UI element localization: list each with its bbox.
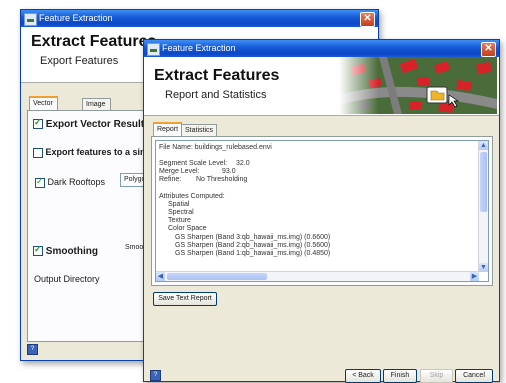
back-button[interactable]: < Back [345, 369, 381, 383]
report-gs-band1: GS Sharpen (Band 1:qb_hawaii_ms.img) (0.… [175, 250, 331, 257]
report-spectral: Spectral [168, 209, 194, 216]
report-horizontal-scrollbar[interactable]: ◀ ▶ [156, 271, 479, 281]
report-attributes-heading: Attributes Computed: [159, 193, 225, 200]
scroll-up-icon[interactable]: ▲ [479, 141, 488, 150]
help-icon[interactable]: ? [27, 344, 38, 355]
report-merge-value: 93.0 [222, 168, 236, 175]
header-aerial-image [339, 57, 497, 114]
help-icon[interactable]: ? [150, 370, 161, 381]
export-vector-row: Export Vector Result [33, 117, 145, 130]
export-vector-label: Export Vector Result [45, 119, 145, 130]
export-single-checkbox[interactable] [33, 147, 43, 158]
dark-rooftops-row: Dark Rooftops [35, 176, 106, 188]
front-tab-panel: File Name: buildings_rulebased.envi Segm… [151, 136, 493, 286]
report-vertical-scrollbar[interactable]: ▲ ▼ [478, 141, 488, 272]
export-single-label: Export features to a sin [45, 147, 146, 157]
skip-button: Skip [420, 369, 453, 383]
scroll-thumb-vertical[interactable] [480, 152, 487, 212]
report-merge-label: Merge Level: [159, 168, 200, 175]
back-window-title: Feature Extraction [39, 13, 113, 23]
export-single-row: Export features to a sin [33, 147, 146, 158]
back-header-title: Extract Features [31, 33, 157, 50]
report-refine-value: No Thresholding [196, 176, 248, 183]
dark-rooftops-checkbox[interactable] [35, 176, 45, 188]
front-header: Extract Features Report and Statistics [144, 57, 499, 116]
report-texture: Texture [168, 217, 191, 224]
front-window-title: Feature Extraction [162, 43, 236, 53]
report-text-area[interactable]: File Name: buildings_rulebased.envi Segm… [155, 140, 489, 282]
export-vector-checkbox[interactable] [33, 117, 43, 130]
report-gs-band2: GS Sharpen (Band 2:qb_hawaii_ms.img) (0.… [175, 242, 331, 249]
smoothing-checkbox[interactable] [33, 244, 43, 257]
report-segment-value: 32.0 [236, 160, 250, 167]
cancel-button[interactable]: Cancel [455, 369, 493, 383]
report-segment-label: Segment Scale Level: [159, 160, 228, 167]
report-gs-band3: GS Sharpen (Band 3:qb_hawaii_ms.img) (0.… [175, 234, 331, 241]
report-refine-label: Refine: [159, 176, 182, 183]
dark-rooftops-label: Dark Rooftops [47, 177, 106, 187]
save-text-report-button[interactable]: Save Text Report [153, 292, 217, 306]
report-file-name: File Name: buildings_rulebased.envi [159, 144, 272, 151]
smoothing-label: Smoothing [45, 246, 98, 257]
report-color-space: Color Space [168, 225, 207, 232]
front-header-subtitle: Report and Statistics [165, 89, 267, 101]
front-titlebar[interactable]: Feature Extraction ✕ [144, 40, 499, 57]
close-icon[interactable]: ✕ [481, 42, 496, 57]
front-header-title: Extract Features [154, 67, 280, 84]
smoothing-threshold-label: Smoo [125, 244, 144, 251]
folder-icon [426, 86, 448, 104]
front-window: Feature Extraction ✕ Extract Features Re… [143, 39, 500, 383]
back-titlebar[interactable]: Feature Extraction ✕ [21, 10, 378, 27]
finish-button[interactable]: Finish [383, 369, 417, 383]
report-spatial: Spatial [168, 201, 190, 208]
window-icon [147, 43, 160, 56]
smoothing-row: Smoothing [33, 244, 98, 257]
scroll-right-icon[interactable]: ▶ [470, 272, 479, 281]
window-icon [24, 13, 37, 26]
output-directory-label: Output Directory [34, 274, 100, 284]
close-icon[interactable]: ✕ [360, 12, 375, 27]
scroll-down-icon[interactable]: ▼ [479, 263, 488, 272]
scroll-left-icon[interactable]: ◀ [156, 272, 165, 281]
back-header-subtitle: Export Features [40, 55, 119, 67]
scroll-thumb-horizontal[interactable] [167, 273, 267, 280]
